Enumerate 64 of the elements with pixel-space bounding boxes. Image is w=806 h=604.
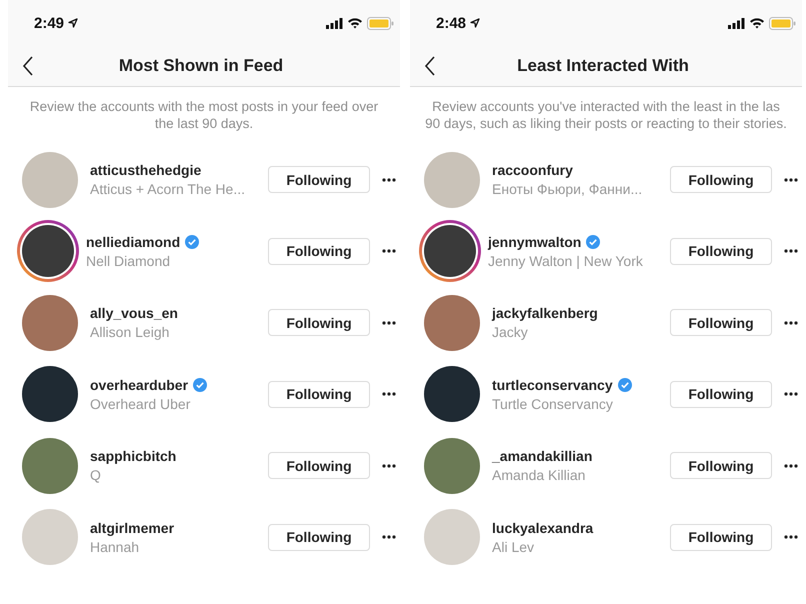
full-name: Jenny Walton | New York [488,252,644,269]
username[interactable]: _amandakillian [492,448,592,464]
status-time: 2:49 [34,14,64,32]
full-name: Atticus + Acorn The He... [90,181,246,198]
location-arrow-icon [68,18,78,28]
more-options-icon[interactable] [784,178,798,182]
username[interactable]: overhearduber [90,376,188,393]
following-button[interactable]: Following [670,452,772,480]
description-text: Review accounts you've interacted with the least in the las 90 days, such as liking their posts or reacting to their stories. [424,98,788,133]
username[interactable]: luckyalexandra [492,520,594,536]
location-arrow-icon [470,18,480,28]
more-options-icon[interactable] [382,392,396,396]
following-button[interactable]: Following [268,166,370,194]
more-options-icon[interactable] [382,464,396,468]
screen-title: Least Interacted With [516,56,690,76]
back-icon[interactable] [424,56,436,76]
more-options-icon[interactable] [784,464,798,468]
more-options-icon[interactable] [784,535,798,540]
more-options-icon[interactable] [784,392,798,396]
more-options-icon[interactable] [382,178,396,182]
wifi-icon [749,17,765,29]
following-button[interactable]: Following [268,524,370,551]
username[interactable]: atticusthehedgie [90,162,202,178]
username[interactable]: nelliediamond [86,234,180,250]
following-button[interactable]: Following [268,380,370,408]
more-options-icon[interactable] [784,320,798,325]
username[interactable]: jennymwalton [488,234,582,250]
following-button[interactable]: Following [670,238,772,265]
full-name: Amanda Killian [492,467,586,484]
full-name: Hannah [90,538,140,555]
username[interactable]: jackyfalkenberg [492,305,598,322]
full-name: Q [90,467,102,484]
more-options-icon[interactable] [382,535,396,540]
following-button[interactable]: Following [268,238,370,265]
full-name: Ali Lev [492,538,536,555]
username[interactable]: raccoonfury [492,162,573,178]
wifi-icon [347,17,363,29]
full-name: Nell Diamond [86,252,172,269]
following-button[interactable]: Following [268,309,370,336]
battery-icon [367,16,394,30]
battery-icon [769,16,796,30]
username[interactable]: sapphicbitch [90,448,176,464]
full-name: Еноты Фьюри, Фанни... [492,181,644,198]
username[interactable]: turtleconservancy [492,376,613,393]
following-button[interactable]: Following [670,380,772,408]
full-name: Turtle Conservancy [492,396,614,412]
full-name: Jacky [492,324,529,340]
screen-title: Most Shown in Feed [118,56,284,76]
following-button[interactable]: Following [670,309,772,336]
more-options-icon[interactable] [382,320,396,325]
more-options-icon[interactable] [784,249,798,254]
username[interactable]: ally_vous_en [90,305,178,322]
more-options-icon[interactable] [382,249,396,254]
signal-icon [326,18,343,28]
following-button[interactable]: Following [670,524,772,551]
following-button[interactable]: Following [670,166,772,194]
username[interactable]: altgirlmemer [90,520,174,536]
full-name: Allison Leigh [90,324,170,340]
back-icon[interactable] [22,56,34,76]
description-text: Review the accounts with the most posts in your feed over the last 90 days. [28,98,380,133]
signal-icon [728,18,745,28]
full-name: Overheard Uber [90,396,192,412]
following-button[interactable]: Following [268,452,370,480]
status-time: 2:48 [436,14,466,32]
